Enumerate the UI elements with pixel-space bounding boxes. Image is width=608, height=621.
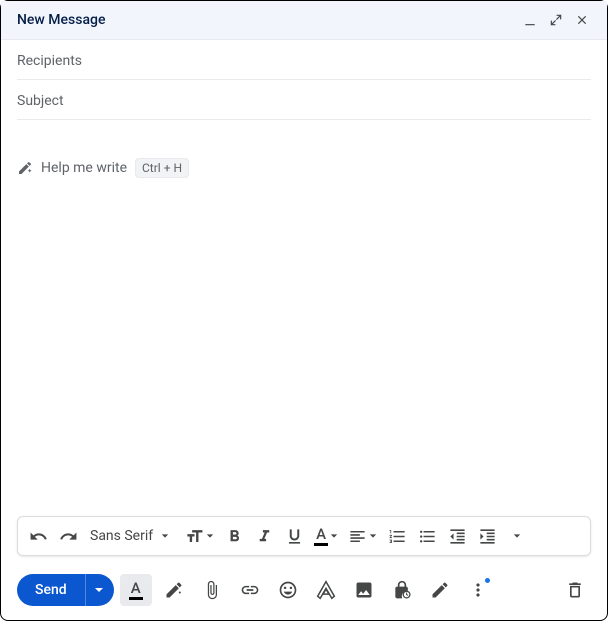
ai-write-button[interactable] — [158, 574, 190, 606]
compose-header: New Message — [1, 1, 607, 40]
bulleted-list-button[interactable] — [413, 521, 441, 551]
sparkle-pen-icon — [164, 580, 184, 600]
underline-button[interactable] — [280, 521, 308, 551]
close-icon — [575, 13, 589, 27]
help-me-write-label: Help me write — [41, 160, 127, 176]
minimize-button[interactable] — [521, 11, 539, 29]
text-color-dropdown[interactable]: A — [310, 521, 342, 551]
compose-fields — [1, 40, 607, 120]
link-icon — [240, 580, 260, 600]
recipients-input[interactable] — [17, 53, 591, 69]
send-button-group: Send — [17, 574, 114, 606]
lock-clock-icon — [392, 580, 412, 600]
numbered-list-button[interactable] — [383, 521, 411, 551]
formatting-options-button[interactable]: A — [120, 574, 152, 606]
chevron-down-icon — [94, 585, 104, 595]
close-button[interactable] — [573, 11, 591, 29]
underline-icon — [285, 527, 304, 546]
formatting-toolbar: Sans Serif A — [17, 516, 591, 556]
subject-input[interactable] — [17, 93, 591, 109]
italic-button[interactable] — [250, 521, 278, 551]
more-formatting-dropdown[interactable] — [503, 521, 531, 551]
insert-signature-button[interactable] — [424, 574, 456, 606]
compose-title: New Message — [17, 12, 105, 28]
insert-emoji-button[interactable] — [272, 574, 304, 606]
minimize-icon — [523, 13, 537, 27]
confidential-mode-button[interactable] — [386, 574, 418, 606]
font-size-icon — [185, 527, 204, 546]
font-family-label: Sans Serif — [90, 528, 153, 544]
font-size-dropdown[interactable] — [181, 521, 218, 551]
discard-draft-button[interactable] — [559, 574, 591, 606]
image-icon — [354, 580, 374, 600]
trash-icon — [565, 580, 585, 600]
help-me-write-shortcut: Ctrl + H — [135, 158, 189, 178]
sparkle-pen-icon — [17, 160, 33, 176]
chevron-down-icon — [161, 532, 169, 540]
drive-icon — [316, 580, 336, 600]
attachment-icon — [202, 580, 222, 600]
pen-icon — [430, 580, 450, 600]
chevron-down-icon — [513, 532, 521, 540]
subject-field[interactable] — [17, 80, 591, 120]
undo-button[interactable] — [24, 521, 52, 551]
align-left-icon — [348, 527, 367, 546]
insert-drive-button[interactable] — [310, 574, 342, 606]
align-dropdown[interactable] — [344, 521, 381, 551]
indent-more-button[interactable] — [473, 521, 501, 551]
compose-bottom-bar: Send A — [1, 564, 607, 620]
attach-file-button[interactable] — [196, 574, 228, 606]
recipients-field[interactable] — [17, 40, 591, 80]
insert-photo-button[interactable] — [348, 574, 380, 606]
chevron-down-icon — [206, 532, 214, 540]
notification-dot-icon — [485, 578, 490, 583]
text-color-icon: A — [314, 527, 328, 546]
help-me-write-button[interactable]: Help me write Ctrl + H — [17, 154, 189, 182]
compose-body[interactable]: Help me write Ctrl + H — [1, 120, 607, 516]
bulleted-list-icon — [418, 527, 437, 546]
indent-more-icon — [478, 527, 497, 546]
font-family-dropdown[interactable]: Sans Serif — [84, 521, 179, 551]
expand-icon — [549, 13, 563, 27]
send-button[interactable]: Send — [17, 574, 85, 606]
indent-less-button[interactable] — [443, 521, 471, 551]
emoji-icon — [278, 580, 298, 600]
undo-icon — [29, 527, 48, 546]
format-a-icon: A — [129, 581, 143, 600]
chevron-down-icon — [330, 532, 338, 540]
italic-icon — [255, 527, 274, 546]
fullscreen-button[interactable] — [547, 11, 565, 29]
bold-icon — [225, 527, 244, 546]
redo-button[interactable] — [54, 521, 82, 551]
chevron-down-icon — [369, 532, 377, 540]
redo-icon — [59, 527, 78, 546]
more-options-button[interactable] — [462, 574, 494, 606]
send-options-button[interactable] — [85, 574, 114, 606]
more-vert-icon — [468, 580, 488, 600]
insert-link-button[interactable] — [234, 574, 266, 606]
numbered-list-icon — [388, 527, 407, 546]
header-controls — [521, 11, 591, 29]
indent-less-icon — [448, 527, 467, 546]
bold-button[interactable] — [220, 521, 248, 551]
